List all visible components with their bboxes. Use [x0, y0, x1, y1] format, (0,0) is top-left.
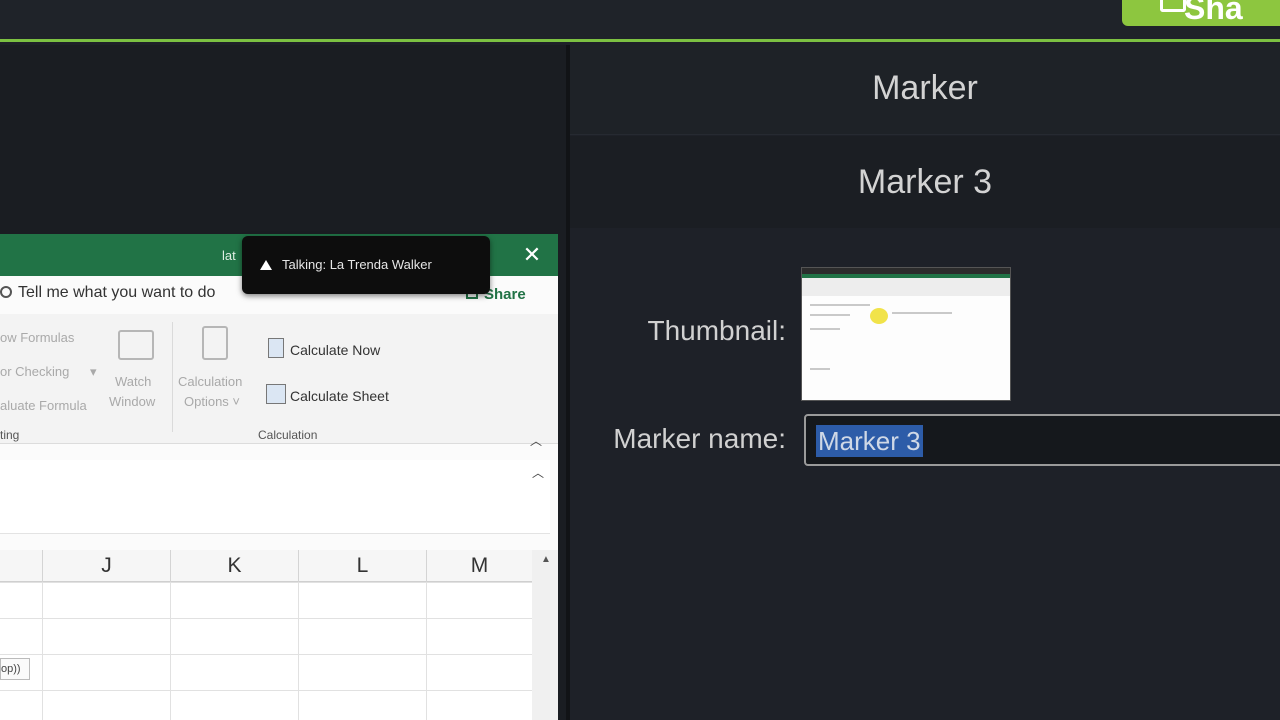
column-header-j[interactable]: J: [42, 550, 170, 582]
ribbon-separator: [172, 322, 173, 432]
column-header-k[interactable]: K: [170, 550, 298, 582]
properties-panel: Marker Marker 3 Thumbnail: Marker name: …: [570, 45, 1280, 720]
watch-window-label-2[interactable]: Window: [109, 394, 155, 409]
column-headers: J K L M: [0, 550, 532, 582]
calculation-options-label-2[interactable]: Options ˅: [184, 394, 240, 409]
thumbnail-line: [810, 304, 870, 306]
watch-window-icon: [118, 330, 154, 360]
calculate-now-button[interactable]: Calculate Now: [290, 342, 380, 358]
group-label-auditing: ting: [0, 428, 20, 442]
spreadsheet-grid[interactable]: [0, 582, 532, 720]
excel-share-label: Share: [484, 286, 526, 303]
panel-title: Marker: [570, 45, 1280, 135]
speaker-toast: Talking: La Trenda Walker: [242, 236, 490, 294]
scroll-up-icon[interactable]: ▲: [541, 554, 551, 565]
column-header-m[interactable]: M: [426, 550, 532, 582]
calculation-options-label-1[interactable]: Calculation: [178, 374, 242, 389]
calculation-options-icon: [202, 326, 228, 360]
group-label-calculation: Calculation: [258, 428, 318, 442]
calculate-sheet-button[interactable]: Calculate Sheet: [290, 388, 389, 404]
formulas-ribbon: ow Formulas or Checking ▾ aluate Formula…: [0, 314, 558, 448]
share-button-label: Sha: [1184, 0, 1243, 26]
speaker-toast-text: Talking: La Trenda Walker: [282, 257, 432, 272]
tell-me-search[interactable]: Tell me what you want to do: [0, 284, 215, 302]
tell-me-text: Tell me what you want to do: [18, 284, 216, 301]
excel-window-title: lat: [222, 248, 236, 263]
marker-name-label: Marker name:: [613, 423, 786, 454]
show-formulas-button[interactable]: ow Formulas: [0, 330, 74, 345]
thumbnail-label: Thumbnail:: [647, 315, 786, 346]
calculate-now-icon: [268, 338, 284, 358]
chevron-up-icon[interactable]: ︿: [530, 432, 542, 449]
share-icon: [1160, 0, 1186, 12]
close-icon[interactable]: ✕: [518, 242, 546, 268]
thumbnail-line: [810, 314, 850, 316]
chevron-up-icon[interactable]: ︿: [532, 464, 544, 481]
vertical-scrollbar[interactable]: ▲: [532, 550, 558, 720]
search-icon: [0, 286, 12, 298]
speaker-indicator-icon: [260, 260, 272, 270]
watch-window-label-1[interactable]: Watch: [115, 374, 151, 389]
column-header-l[interactable]: L: [298, 550, 426, 582]
cursor-highlight: [870, 308, 888, 324]
calculate-sheet-icon: [266, 384, 286, 404]
thumbnail-line: [810, 328, 840, 330]
excel-recording-preview: lat ✕ Tell me what you want to do Share …: [0, 234, 558, 720]
chevron-down-icon: ▾: [90, 364, 97, 379]
share-button[interactable]: Sha: [1122, 0, 1280, 26]
cell-value[interactable]: op)): [0, 658, 30, 680]
marker-name-selected-text[interactable]: Marker 3: [816, 425, 923, 457]
thumbnail-line: [892, 312, 952, 314]
thumbnail-line: [810, 368, 830, 370]
formula-bar-area[interactable]: [0, 460, 550, 534]
thumbnail-ribbon: [802, 278, 1010, 296]
marker-thumbnail: [801, 267, 1011, 401]
top-toolbar: Sha: [0, 0, 1280, 42]
evaluate-formula-button[interactable]: aluate Formula: [0, 398, 87, 413]
marker-heading: Marker 3: [570, 136, 1280, 228]
error-checking-button[interactable]: or Checking: [0, 364, 69, 379]
